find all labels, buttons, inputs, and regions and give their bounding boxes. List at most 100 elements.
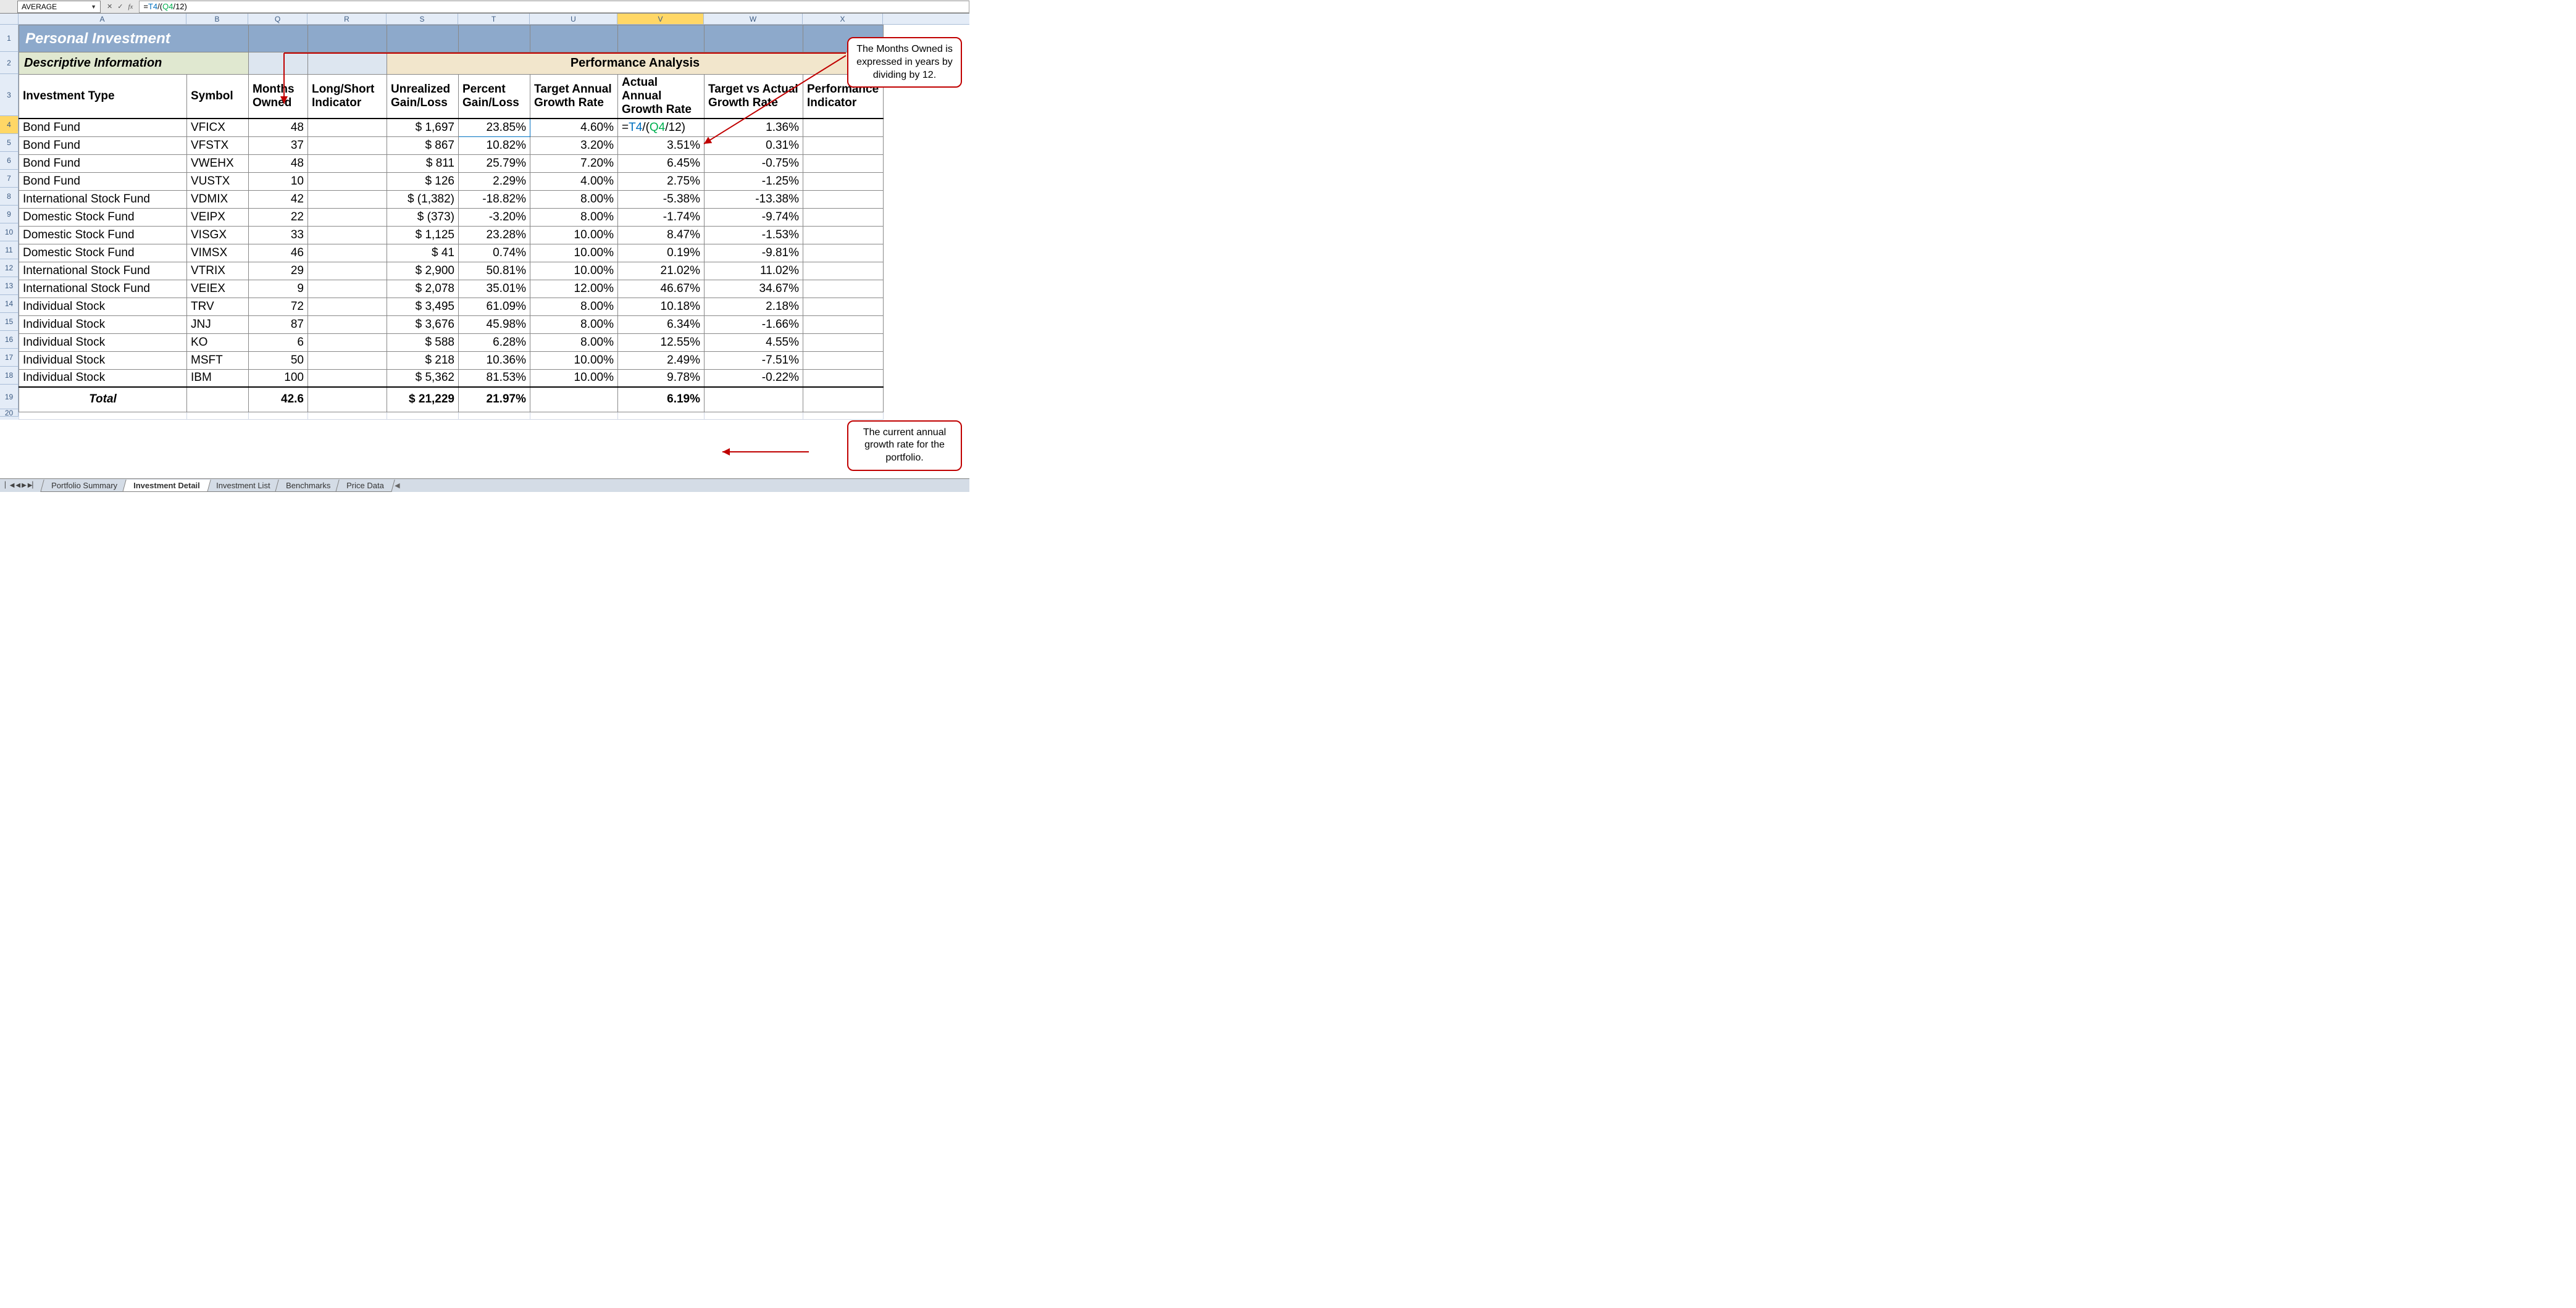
actual-growth[interactable]: 3.51% xyxy=(618,136,705,154)
blank-cell[interactable] xyxy=(530,412,618,419)
target-growth[interactable]: 3.20% xyxy=(530,136,618,154)
perf-indicator[interactable] xyxy=(803,190,884,208)
unrealized-gl[interactable]: $ 3,495 xyxy=(387,298,459,315)
target-vs-actual[interactable]: 11.02% xyxy=(705,262,803,280)
blank-cell[interactable] xyxy=(803,412,884,419)
percent-gl[interactable]: 45.98% xyxy=(459,315,530,333)
total-blank[interactable] xyxy=(187,387,249,412)
blank-cell[interactable] xyxy=(705,412,803,419)
symbol[interactable]: VUSTX xyxy=(187,172,249,190)
section-performance[interactable]: Performance Analysis xyxy=(387,52,884,75)
target-growth[interactable]: 12.00% xyxy=(530,280,618,298)
percent-gl[interactable]: 10.36% xyxy=(459,351,530,369)
long-short[interactable] xyxy=(308,154,387,172)
actual-growth[interactable]: -1.74% xyxy=(618,208,705,226)
perf-indicator[interactable] xyxy=(803,244,884,262)
months-owned[interactable]: 50 xyxy=(249,351,308,369)
symbol[interactable]: JNJ xyxy=(187,315,249,333)
accept-icon[interactable]: ✓ xyxy=(117,2,123,10)
actual-growth[interactable]: 21.02% xyxy=(618,262,705,280)
actual-growth[interactable]: 2.49% xyxy=(618,351,705,369)
actual-growth[interactable]: 8.47% xyxy=(618,226,705,244)
row-header-10[interactable]: 10 xyxy=(0,223,19,241)
blank-cell[interactable] xyxy=(459,412,530,419)
sheet-tab-price-data[interactable]: Price Data xyxy=(336,480,395,492)
target-vs-actual[interactable]: -9.74% xyxy=(705,208,803,226)
symbol[interactable]: KO xyxy=(187,333,249,351)
percent-gl[interactable]: 23.28% xyxy=(459,226,530,244)
percent-gl[interactable]: 81.53% xyxy=(459,369,530,387)
investment-type[interactable]: Individual Stock xyxy=(19,333,187,351)
title-blank[interactable] xyxy=(530,25,618,52)
row-header-15[interactable]: 15 xyxy=(0,313,19,331)
investment-type[interactable]: Individual Stock xyxy=(19,351,187,369)
blank-cell[interactable] xyxy=(618,412,705,419)
investment-type[interactable]: International Stock Fund xyxy=(19,280,187,298)
blank-cell[interactable] xyxy=(19,412,187,419)
symbol[interactable]: MSFT xyxy=(187,351,249,369)
investment-type[interactable]: Bond Fund xyxy=(19,136,187,154)
perf-indicator[interactable] xyxy=(803,172,884,190)
long-short[interactable] xyxy=(308,190,387,208)
actual-growth-editing[interactable]: =T4/(Q4/12) xyxy=(618,119,705,136)
investment-type[interactable]: Bond Fund xyxy=(19,154,187,172)
investment-type[interactable]: Domestic Stock Fund xyxy=(19,208,187,226)
perf-indicator[interactable] xyxy=(803,280,884,298)
investment-type[interactable]: Individual Stock xyxy=(19,298,187,315)
unrealized-gl[interactable]: $ 2,900 xyxy=(387,262,459,280)
header-3[interactable]: Long/Short Indicator xyxy=(308,75,387,119)
percent-gl[interactable]: -3.20% xyxy=(459,208,530,226)
row-header-13[interactable]: 13 xyxy=(0,277,19,295)
worksheet-title[interactable]: Personal Investment xyxy=(19,25,249,52)
target-growth[interactable]: 8.00% xyxy=(530,190,618,208)
long-short[interactable] xyxy=(308,369,387,387)
perf-indicator[interactable] xyxy=(803,136,884,154)
long-short[interactable] xyxy=(308,244,387,262)
column-header-A[interactable]: A xyxy=(19,14,186,24)
blank-cell[interactable] xyxy=(249,412,308,419)
name-box[interactable]: AVERAGE ▼ xyxy=(17,1,101,13)
months-owned[interactable]: 48 xyxy=(249,119,308,136)
unrealized-gl[interactable]: $ 2,078 xyxy=(387,280,459,298)
total-months[interactable]: 42.6 xyxy=(249,387,308,412)
perf-indicator[interactable] xyxy=(803,154,884,172)
tab-nav-next-icon[interactable]: ▶ xyxy=(22,482,27,489)
percent-gl[interactable]: 25.79% xyxy=(459,154,530,172)
target-vs-actual[interactable]: -0.22% xyxy=(705,369,803,387)
row-header-1[interactable]: 1 xyxy=(0,25,19,52)
symbol[interactable]: IBM xyxy=(187,369,249,387)
column-header-Q[interactable]: Q xyxy=(248,14,307,24)
long-short[interactable] xyxy=(308,136,387,154)
blank-cell[interactable] xyxy=(387,412,459,419)
row-header-11[interactable]: 11 xyxy=(0,241,19,259)
months-owned[interactable]: 33 xyxy=(249,226,308,244)
unrealized-gl[interactable]: $ 867 xyxy=(387,136,459,154)
target-growth[interactable]: 10.00% xyxy=(530,369,618,387)
symbol[interactable]: VEIEX xyxy=(187,280,249,298)
sheet-tab-portfolio-summary[interactable]: Portfolio Summary xyxy=(41,480,128,492)
target-vs-actual[interactable]: 1.36% xyxy=(705,119,803,136)
row-header-8[interactable]: 8 xyxy=(0,188,19,206)
total-gl[interactable]: $ 21,229 xyxy=(387,387,459,412)
select-all-corner[interactable] xyxy=(0,14,19,24)
symbol[interactable]: VFSTX xyxy=(187,136,249,154)
header-0[interactable]: Investment Type xyxy=(19,75,187,119)
investment-type[interactable]: Domestic Stock Fund xyxy=(19,226,187,244)
blank-cell[interactable] xyxy=(187,412,249,419)
investment-type[interactable]: International Stock Fund xyxy=(19,190,187,208)
row-header-5[interactable]: 5 xyxy=(0,134,19,152)
tab-nav-last-icon[interactable]: ▶▏ xyxy=(28,482,37,489)
long-short[interactable] xyxy=(308,262,387,280)
percent-gl[interactable]: 50.81% xyxy=(459,262,530,280)
target-vs-actual[interactable]: 4.55% xyxy=(705,333,803,351)
title-blank[interactable] xyxy=(387,25,459,52)
actual-growth[interactable]: -5.38% xyxy=(618,190,705,208)
column-header-T[interactable]: T xyxy=(458,14,530,24)
column-header-S[interactable]: S xyxy=(387,14,458,24)
row-header-20[interactable]: 20 xyxy=(0,409,19,417)
header-8[interactable]: Target vs Actual Growth Rate xyxy=(705,75,803,119)
worksheet-area[interactable]: Personal InvestmentDescriptive Informati… xyxy=(19,25,884,420)
percent-gl[interactable]: -18.82% xyxy=(459,190,530,208)
row-header-12[interactable]: 12 xyxy=(0,259,19,277)
percent-gl[interactable]: 10.82% xyxy=(459,136,530,154)
